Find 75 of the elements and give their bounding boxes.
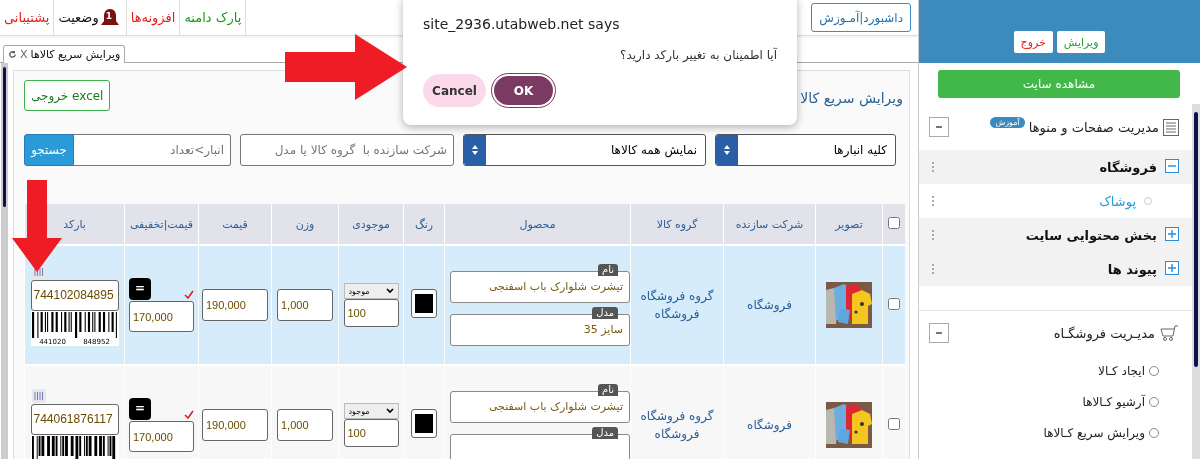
column-header: قیمت bbox=[198, 204, 272, 245]
chevron-down-icon bbox=[385, 288, 394, 294]
group-text: گروه فروشگاه فروشگاه bbox=[639, 288, 715, 323]
menu-item[interactable]: ویرایش سریع کـالاها bbox=[1043, 425, 1145, 440]
dashboard-button[interactable]: داشبورد|آمـوزش bbox=[811, 3, 911, 32]
collapse-icon[interactable] bbox=[929, 323, 949, 343]
column-header: محصول bbox=[444, 204, 631, 245]
sort-icon bbox=[723, 144, 731, 156]
list-icon bbox=[1163, 118, 1179, 136]
tab-label: ویرایش سریع کالاها bbox=[30, 48, 121, 61]
check-icon bbox=[184, 290, 194, 299]
scrollbar[interactable] bbox=[1, 63, 8, 459]
collapse-icon[interactable] bbox=[929, 117, 949, 137]
menu-item[interactable]: آرشیو کـالاها bbox=[1082, 394, 1145, 409]
color-swatch[interactable] bbox=[411, 289, 437, 318]
discount-field[interactable]: 170,000 bbox=[129, 421, 194, 452]
weight-field[interactable]: 1,000 bbox=[277, 289, 333, 321]
column-header: رنگ bbox=[403, 204, 445, 245]
edit-button[interactable]: ویرایش bbox=[1056, 31, 1106, 53]
price-field[interactable]: 190,000 bbox=[202, 289, 268, 321]
stock-status-select[interactable]: موجود bbox=[343, 283, 399, 299]
nav-link[interactable]: پشتیبانی bbox=[0, 0, 55, 35]
tree-item[interactable]: پیوند ها bbox=[1107, 261, 1157, 277]
select-field[interactable]: نمایش همه کالاها bbox=[463, 134, 706, 166]
menu-item[interactable]: ایجاد کـالا bbox=[1098, 363, 1145, 378]
column-header: گروه کالا bbox=[630, 204, 724, 245]
stock-field[interactable]: 100 bbox=[343, 299, 399, 327]
stock-filter-field[interactable]: انبار>تعداد bbox=[74, 134, 231, 166]
barcode-icon[interactable] bbox=[31, 388, 46, 403]
chevron-down-icon bbox=[385, 408, 394, 414]
nav-link[interactable]: پارک دامنه bbox=[180, 0, 247, 35]
close-icon[interactable]: X bbox=[20, 48, 28, 61]
barcode-field[interactable]: 744061876117 bbox=[30, 403, 119, 435]
section-title: مدیریت صفحات و منوها bbox=[1028, 119, 1159, 135]
check-icon bbox=[184, 410, 194, 419]
panel-title: ویرایش سریع کالا bbox=[800, 90, 903, 106]
group-text: گروه فروشگاه فروشگاه bbox=[639, 408, 715, 443]
equals-button[interactable]: = bbox=[129, 278, 151, 300]
search-field[interactable]: شرکت سازنده با گروه کالا یا مدل bbox=[240, 134, 454, 166]
stock-field[interactable]: 100 bbox=[343, 419, 399, 447]
checkbox[interactable] bbox=[888, 216, 900, 229]
sort-icon bbox=[471, 144, 479, 156]
ok-button[interactable]: OK bbox=[492, 74, 555, 107]
cancel-button[interactable]: Cancel bbox=[423, 74, 486, 107]
weight-field[interactable]: 1,000 bbox=[277, 409, 333, 441]
select-field[interactable]: کلیه انبارها bbox=[715, 134, 896, 166]
column-header: قیمت|تخفیفی bbox=[124, 204, 199, 245]
scrollbar[interactable] bbox=[1192, 104, 1200, 459]
price-field[interactable]: 190,000 bbox=[202, 409, 268, 441]
column-header: وزن bbox=[271, 204, 339, 245]
more-icon[interactable] bbox=[929, 196, 937, 206]
equals-button[interactable]: = bbox=[129, 398, 151, 420]
refresh-icon[interactable] bbox=[8, 50, 17, 59]
cart-icon bbox=[1159, 324, 1179, 342]
column-header: شرکت سازنده bbox=[723, 204, 816, 245]
section-title: مدیـریت فروشگـاه bbox=[1053, 325, 1155, 341]
help-badge[interactable]: آموزش bbox=[990, 116, 1025, 128]
bell-icon: 1 bbox=[98, 7, 121, 28]
discount-field[interactable]: 170,000 bbox=[129, 301, 194, 332]
checkbox[interactable] bbox=[888, 417, 900, 430]
maker-text: فروشگاه bbox=[747, 298, 792, 312]
logout-button[interactable]: خروج bbox=[1013, 31, 1053, 53]
dialog-message: آیا اطمینان به تغییر بارکد دارید؟ bbox=[619, 48, 777, 62]
maker-text: فروشگاه bbox=[747, 418, 792, 432]
color-swatch[interactable] bbox=[411, 409, 437, 438]
stock-status-select[interactable]: موجود bbox=[343, 403, 399, 419]
column-header: تصویر bbox=[815, 204, 883, 245]
barcode-field[interactable]: 744102084895 bbox=[30, 279, 119, 311]
dialog-title: site_2936.utabweb.net says bbox=[423, 16, 621, 32]
excel-export-button[interactable]: خروجی excel bbox=[24, 80, 111, 111]
checkbox[interactable] bbox=[888, 297, 900, 310]
column-header: موجودی bbox=[338, 204, 404, 245]
field-label: مدل bbox=[592, 426, 618, 439]
tree-item[interactable]: فروشگاه bbox=[1099, 159, 1157, 175]
nav-link[interactable]: افزونه‌ها bbox=[126, 0, 181, 35]
